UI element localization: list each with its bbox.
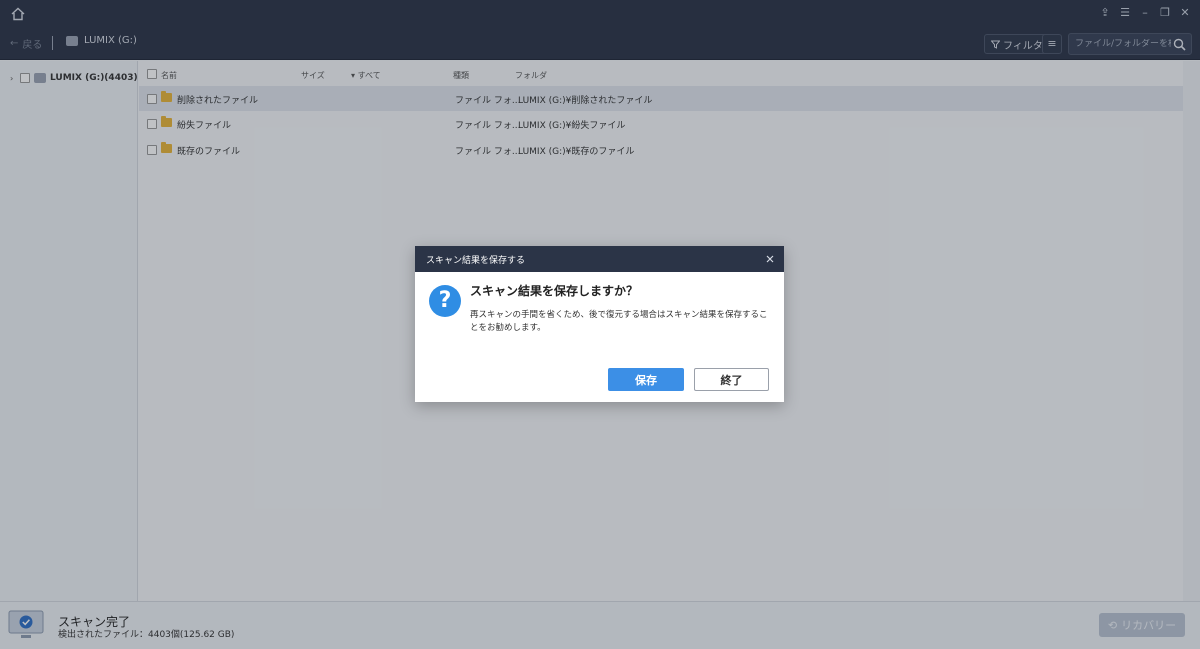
question-icon: ? (429, 285, 461, 317)
dialog-header: スキャン結果を保存する (415, 246, 784, 272)
save-button[interactable]: 保存 (608, 368, 684, 391)
dialog-title: スキャン結果を保存しますか？ (470, 284, 639, 298)
close-icon[interactable] (764, 253, 776, 265)
dialog-header-title: スキャン結果を保存する (426, 255, 526, 266)
exit-button[interactable]: 終了 (694, 368, 769, 391)
save-scan-dialog: スキャン結果を保存する ? スキャン結果を保存しますか？ 再スキャンの手間を省く… (415, 246, 784, 402)
dialog-message: 再スキャンの手間を省くため、後で復元する場合はスキャン結果を保存することをお勧め… (470, 310, 768, 333)
